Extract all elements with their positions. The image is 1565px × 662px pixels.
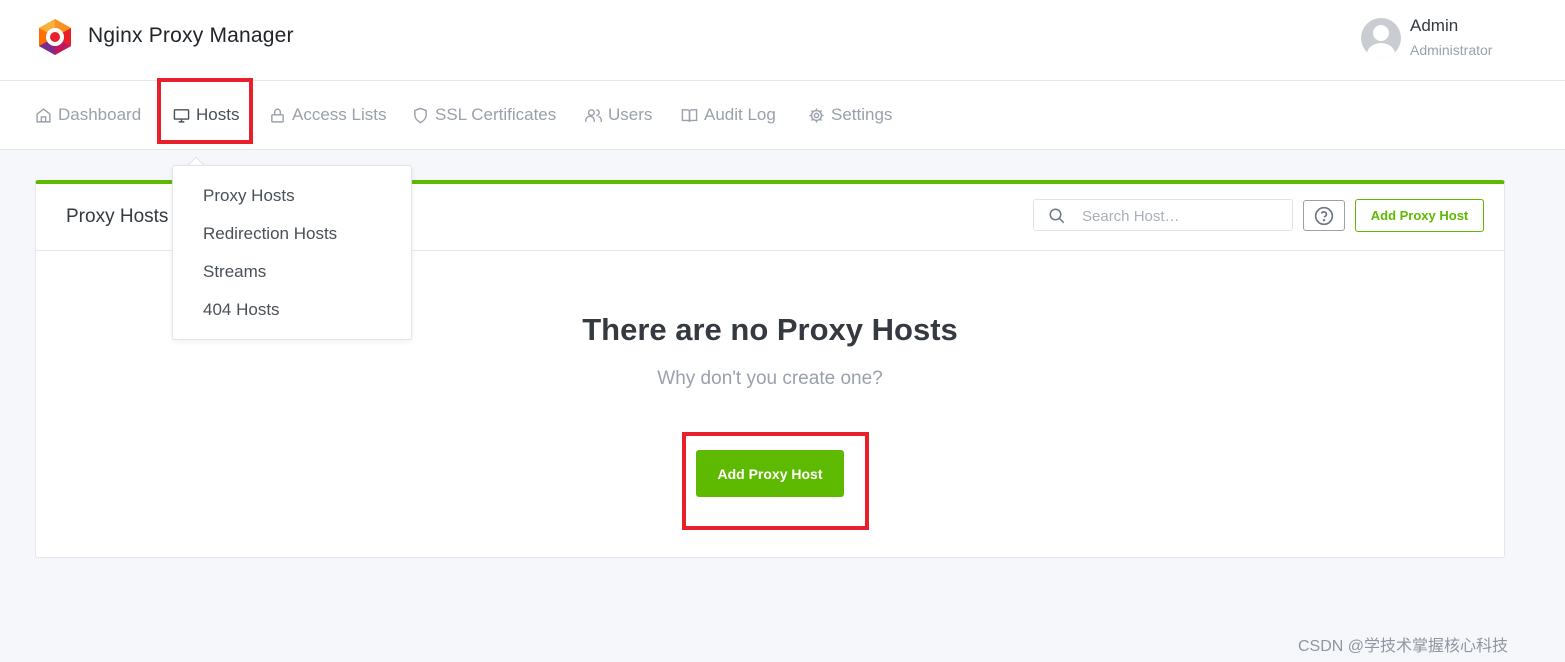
nav-item-dashboard[interactable]: Dashboard (35, 104, 141, 126)
lock-icon (271, 107, 284, 123)
annotation-box-hosts (157, 78, 253, 144)
menu-item-redirection-hosts[interactable]: Redirection Hosts (203, 224, 337, 244)
nav-item-ssl-certificates[interactable]: SSL Certificates (412, 104, 556, 126)
search-box[interactable] (1033, 199, 1293, 231)
user-name[interactable]: Admin (1410, 16, 1458, 36)
user-role: Administrator (1410, 42, 1493, 58)
help-icon (1314, 206, 1334, 225)
nav-item-settings[interactable]: Settings (808, 104, 892, 126)
add-proxy-host-header-button[interactable]: Add Proxy Host (1355, 199, 1484, 232)
menu-item-streams[interactable]: Streams (203, 262, 266, 282)
watermark: CSDN @学技术掌握核心科技 (1298, 638, 1509, 655)
nav-label: Access Lists (292, 105, 387, 124)
avatar[interactable] (1361, 18, 1401, 58)
menu-item-proxy-hosts[interactable]: Proxy Hosts (203, 186, 295, 206)
menu-item-404-hosts[interactable]: 404 Hosts (203, 300, 280, 320)
book-icon (681, 108, 698, 122)
top-header: Nginx Proxy Manager Admin Administrator (0, 0, 1565, 81)
search-input[interactable] (1082, 204, 1282, 228)
shield-icon (414, 107, 427, 123)
user-avatar-icon (1367, 25, 1395, 58)
users-icon (585, 108, 602, 122)
home-icon (36, 107, 51, 123)
gear-icon (809, 107, 824, 123)
app-title: Nginx Proxy Manager (88, 24, 294, 47)
app-logo[interactable] (36, 18, 74, 56)
nav-item-audit-log[interactable]: Audit Log (681, 104, 776, 126)
hosts-dropdown-menu: Proxy Hosts Redirection Hosts Streams 40… (172, 165, 412, 340)
search-icon (1049, 208, 1065, 224)
empty-state-subtitle: Why don't you create one? (657, 368, 883, 389)
nav-label: Audit Log (704, 105, 776, 124)
card-title: Proxy Hosts (66, 206, 169, 227)
nav-label: Dashboard (58, 105, 142, 124)
nav-item-users[interactable]: Users (585, 104, 652, 126)
nav-label: SSL Certificates (435, 105, 557, 124)
nav-label: Users (608, 105, 653, 124)
help-button[interactable] (1303, 200, 1345, 231)
nav-item-access-lists[interactable]: Access Lists (269, 104, 386, 126)
annotation-box-add-button (682, 432, 869, 530)
nav-label: Settings (831, 105, 893, 124)
